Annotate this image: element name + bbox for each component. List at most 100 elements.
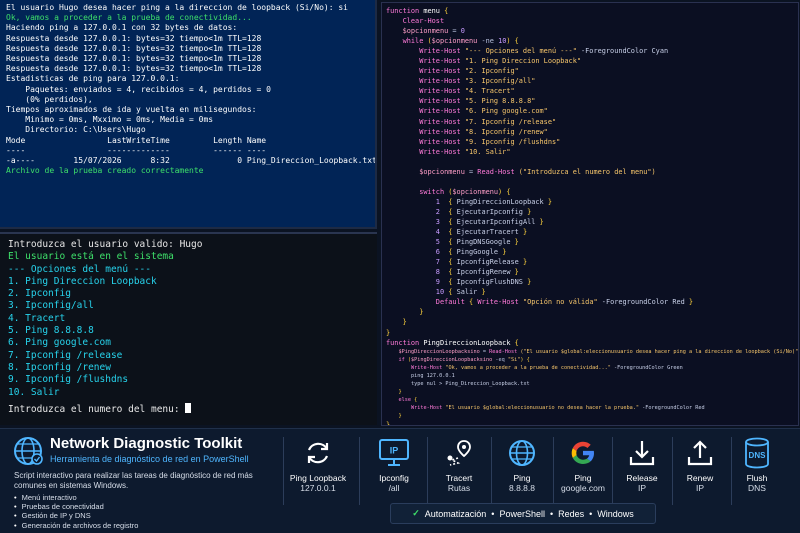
menu-option: 1. Ping Direccion Loopback <box>8 275 157 287</box>
code-token: $PingDireccionLoopbacksino <box>398 348 480 355</box>
code-token: PingDireccionLoopback <box>456 197 548 206</box>
code-token: IpconfigRelease <box>456 258 523 267</box>
code-token: -eq <box>492 356 508 363</box>
code-token: $opcionmenu <box>402 27 449 36</box>
tool-label: Ping <box>513 473 531 483</box>
console-line: Tiempos aproximados de ida y vuelta en m… <box>6 105 257 115</box>
ipconfig-tool[interactable]: IP Ipconfig /all <box>361 437 427 493</box>
powershell-output-console[interactable]: El usuario Hugo desea hacer ping a la di… <box>0 0 377 229</box>
divider <box>283 437 284 505</box>
code-line: Write-Host "8. Ipconfig /renew" <box>386 127 794 137</box>
powershell-menu-console[interactable]: Introduzca el usuario valido: Hugo El us… <box>0 232 377 425</box>
code-token: EjecutarIpconfigAll <box>456 217 540 226</box>
code-line: } <box>386 328 794 338</box>
ip-badge: IP <box>390 446 399 456</box>
code-token: { <box>444 288 457 297</box>
code-token: Write-Host <box>419 147 465 156</box>
code-token: = <box>479 348 490 355</box>
code-token: ("El usuario $global:eleccionusuario des… <box>520 348 799 355</box>
code-line: while ($opcionmenu -ne 10) { <box>386 36 794 46</box>
tool-label: Tracert <box>445 473 473 483</box>
menu-option: 10. Salir <box>8 386 60 398</box>
console-line: ---- ------------- ------ ---- <box>6 145 267 155</box>
code-editor[interactable]: function menu { Clear-Host $opcionmenu =… <box>381 2 799 426</box>
code-token: menu <box>423 7 445 15</box>
code-token: Default <box>435 298 469 307</box>
code-token: { <box>439 207 457 216</box>
tool-label: Release <box>626 473 658 483</box>
code-line <box>386 177 794 187</box>
code-line: Write-Host "10. Salir" <box>386 147 794 157</box>
code-token: Write-Host <box>419 107 465 116</box>
network-globe-icon <box>14 437 43 465</box>
loopback-tool[interactable]: Ping Loopback 127.0.0.1 <box>285 437 351 493</box>
tracert-tool[interactable]: Tracert Rutas <box>426 437 492 493</box>
console-line: Respuesta desde 127.0.0.1: bytes=32 tiem… <box>6 64 262 74</box>
code-token: type nul > Ping_Direccion_Loopback.txt <box>386 380 530 387</box>
code-line: Write-Host "9. Ipconfig /flushdns" <box>386 137 794 147</box>
ping-google-tool[interactable]: Ping google.com <box>550 437 616 493</box>
toolkit-title: Network Diagnostic Toolkit <box>50 435 243 452</box>
code-token: 0 <box>460 27 465 36</box>
console-line: Estadisticas de ping para 127.0.0.1: <box>6 74 180 84</box>
code-token: "8. Ipconfig /renew" <box>464 127 548 136</box>
code-token: Salir <box>456 288 482 297</box>
release-tool[interactable]: Release IP <box>609 437 675 493</box>
console-line: Haciendo ping a 127.0.0.1 con 32 bytes d… <box>6 23 238 33</box>
code-token: { <box>439 248 457 257</box>
code-token: } <box>419 308 424 317</box>
console-line: (0% perdidos), <box>6 94 93 104</box>
code-line: Write-Host "6. Ping google.com" <box>386 106 794 116</box>
code-token: } <box>527 207 532 216</box>
code-line: 5 { PingDNSGoogle } <box>386 237 794 247</box>
code-token: -ForegroundColor Red <box>597 298 689 307</box>
code-token: "6. Ping google.com" <box>464 107 548 116</box>
code-token: ping 127.0.0.1 <box>386 372 455 379</box>
feature-item: • Gestión de IP y DNS <box>14 511 91 521</box>
code-token: switch <box>419 187 449 196</box>
code-token: "El usuario $global:eleccionusuario no d… <box>445 405 639 412</box>
console-line: Ok, vamos a proceder a la prueba de cone… <box>6 13 252 23</box>
code-token: $opcionmenu <box>419 167 465 176</box>
code-token: { <box>444 7 449 15</box>
flush-dns-tool[interactable]: DNS Flush DNS <box>724 437 790 493</box>
code-line: Write-Host "El usuario $global:eleccionu… <box>386 404 794 412</box>
code-token: } <box>386 421 391 426</box>
code-token: { <box>439 197 457 206</box>
code-line: Write-Host "--- Opciones del menú ---" -… <box>386 46 794 56</box>
menu-option: 6. Ping google.com <box>8 337 111 349</box>
code-token: $opcionmenu <box>452 187 499 196</box>
code-token: } <box>386 328 391 337</box>
ping-dns-tool[interactable]: Ping 8.8.8.8 <box>489 437 555 493</box>
tag: Windows <box>597 508 634 519</box>
code-token: } <box>688 298 694 307</box>
console-line: Directorio: C:\Users\Hugo <box>6 125 146 135</box>
code-token: $PingDireccionLoopbacksino <box>411 356 493 363</box>
code-line: 8 { IpconfigRenew } <box>386 267 794 277</box>
code-token: = <box>464 167 478 176</box>
code-line: ping 127.0.0.1 <box>386 372 794 380</box>
menu-prompt-line[interactable]: Introduzca el numero del menu: <box>8 402 369 416</box>
dns-badge: DNS <box>749 451 767 460</box>
dns-database-icon: DNS <box>745 437 769 469</box>
